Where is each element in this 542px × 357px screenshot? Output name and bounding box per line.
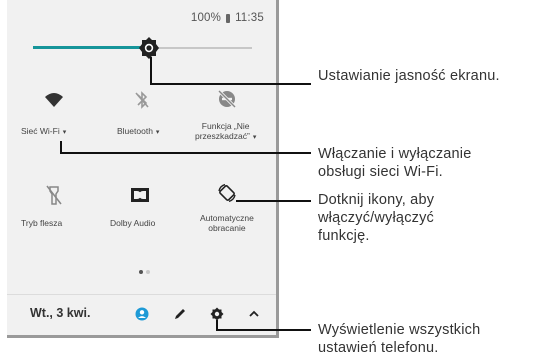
auto-rotate-icon[interactable] <box>216 182 238 204</box>
bluetooth-dropdown-icon[interactable]: ▾ <box>156 129 160 136</box>
callout-brightness: Ustawianie jasność ekranu. <box>318 68 500 84</box>
settings-icon[interactable] <box>210 307 224 321</box>
divider <box>7 294 276 295</box>
status-bar: 100% 11:35 <box>191 12 264 24</box>
quick-settings-panel: 100% 11:35 Sieć Wi-Fi ▾ Bluetooth ▾ Funkcj… <box>7 0 279 338</box>
battery-percent: 100% <box>190 12 222 24</box>
callout-line-settings <box>216 329 311 331</box>
tile-rotate-label[interactable]: Automatyczne obracanie <box>200 213 254 233</box>
user-icon[interactable] <box>135 307 149 321</box>
dnd-dropdown-icon[interactable]: ▾ <box>253 134 257 141</box>
tile-flashlight-label[interactable]: Tryb flesza <box>21 218 62 228</box>
clock: 11:35 <box>235 12 264 24</box>
wifi-icon[interactable] <box>43 89 65 111</box>
callout-line-brightness <box>150 57 152 85</box>
callout-line-wifi <box>60 152 311 154</box>
tile-bluetooth-label[interactable]: Bluetooth ▾ <box>117 126 159 138</box>
dolby-icon[interactable] <box>129 184 151 206</box>
do-not-disturb-off-icon[interactable] <box>216 88 238 110</box>
edit-icon[interactable] <box>173 307 187 321</box>
page-indicator <box>139 270 150 274</box>
callout-icons: Dotknij ikony, aby włączyć/wyłączyć funk… <box>318 192 435 244</box>
tile-wifi-label[interactable]: Sieć Wi-Fi ▾ <box>21 126 66 138</box>
battery-icon <box>226 13 231 23</box>
date-label[interactable]: Wt., 3 kwi. <box>30 306 90 320</box>
collapse-icon[interactable] <box>247 307 261 321</box>
tile-dnd-label[interactable]: Funkcja „Nie przeszkadzać” ▾ <box>195 121 256 143</box>
flashlight-off-icon[interactable] <box>43 184 65 206</box>
wifi-dropdown-icon[interactable]: ▾ <box>63 129 67 136</box>
callout-settings: Wyświetlenie wszystkich ustawień telefon… <box>318 322 481 356</box>
callout-line-brightness <box>150 83 311 85</box>
bluetooth-off-icon[interactable] <box>131 89 153 111</box>
page-dot-active <box>139 270 143 274</box>
tile-dolby-label[interactable]: Dolby Audio <box>110 218 155 228</box>
callout-line-icons <box>236 200 311 202</box>
brightness-slider-fill <box>33 46 149 49</box>
brightness-icon[interactable] <box>138 37 160 59</box>
callout-wifi: Włączanie i wyłączanie obsługi sieci Wi-… <box>318 146 472 180</box>
page-dot <box>146 270 150 274</box>
